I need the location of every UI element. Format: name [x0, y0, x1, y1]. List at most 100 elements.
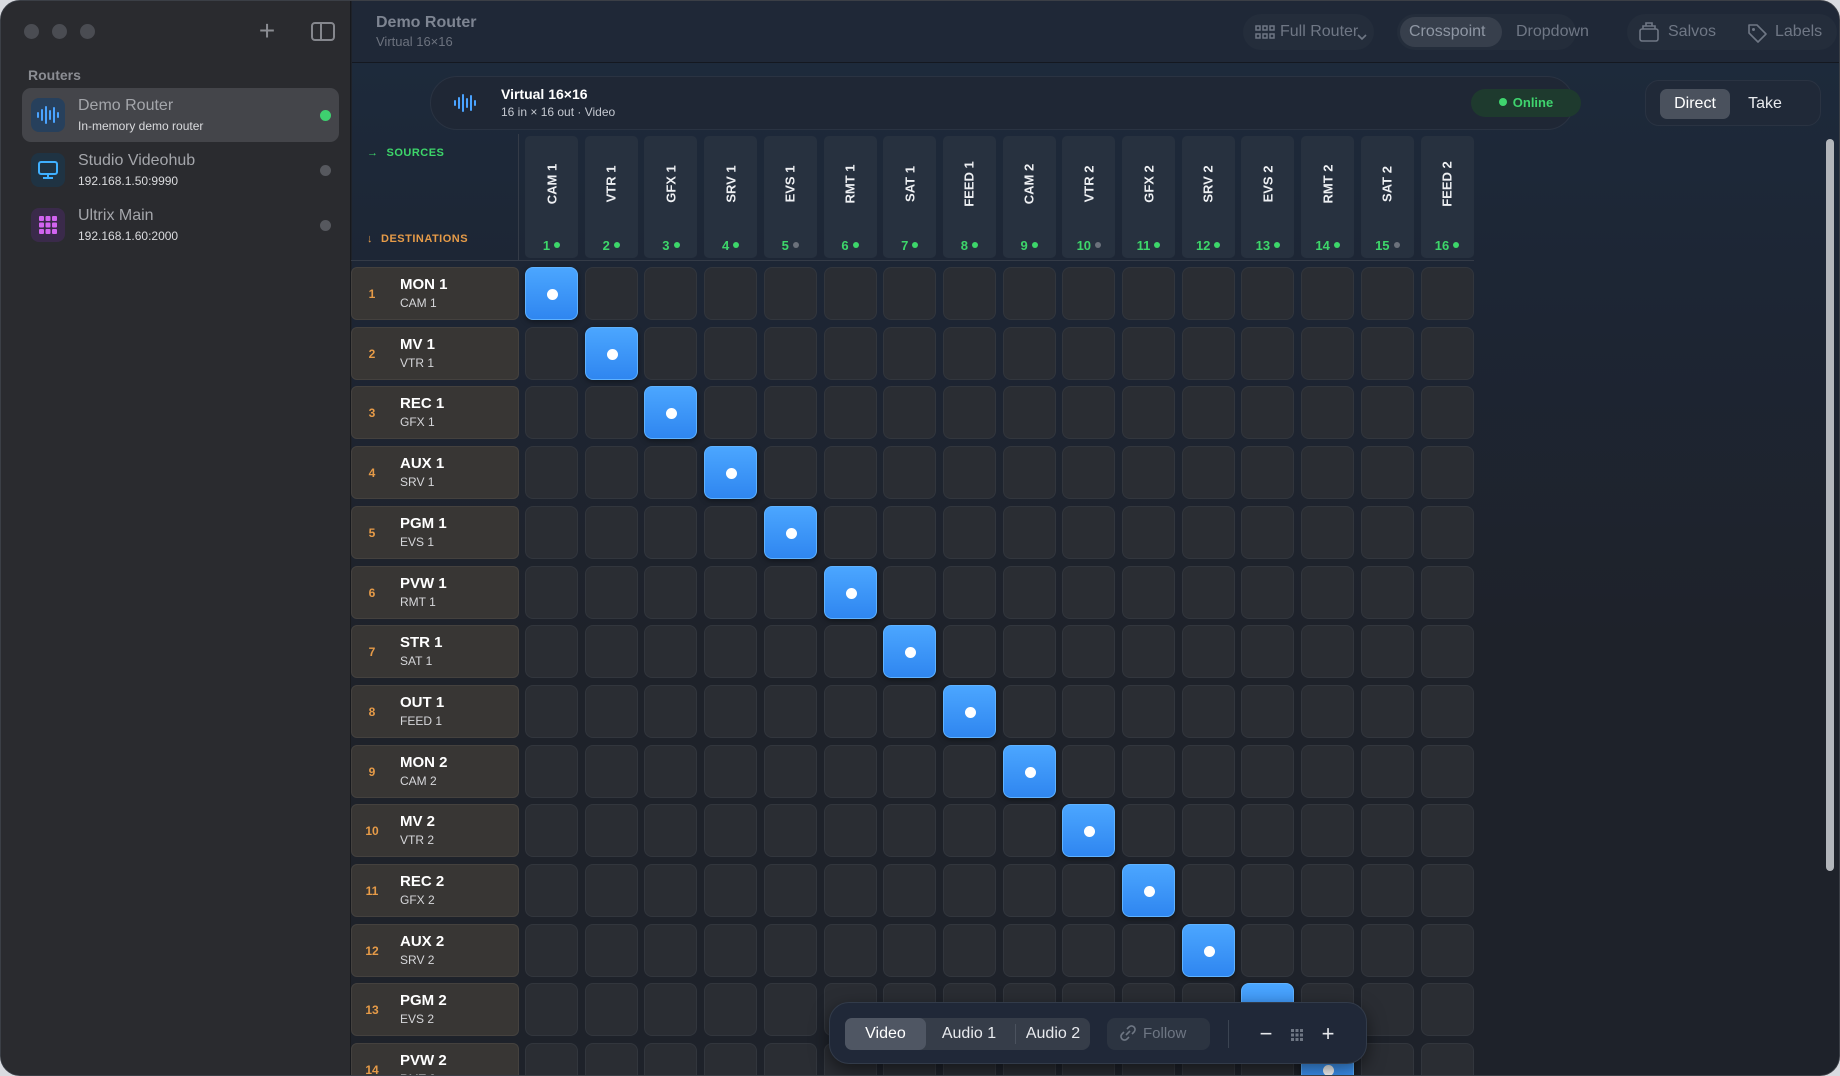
crosspoint[interactable] [1360, 1043, 1414, 1075]
crosspoint[interactable] [763, 983, 817, 1037]
crosspoint[interactable] [704, 983, 758, 1037]
crosspoint[interactable] [1181, 744, 1235, 798]
view-menu-button[interactable]: Full Router [1243, 14, 1374, 50]
crosspoint[interactable] [525, 625, 578, 679]
crosspoint[interactable] [525, 804, 578, 858]
source-column-2[interactable]: VTR 1 2 [584, 136, 638, 258]
crosspoint[interactable] [1122, 565, 1175, 619]
add-router-button[interactable]: + [254, 17, 280, 45]
destination-row-4[interactable]: 4 AUX 1 SRV 1 [351, 446, 519, 500]
crosspoint[interactable] [1420, 267, 1474, 320]
labels-button[interactable]: Labels [1775, 23, 1822, 41]
crosspoint[interactable] [1360, 326, 1414, 380]
crosspoint[interactable] [1420, 625, 1474, 679]
crosspoint[interactable] [704, 505, 758, 559]
crosspoint[interactable] [823, 446, 877, 500]
crosspoint[interactable] [1360, 804, 1414, 858]
crosspoint[interactable] [1002, 386, 1056, 440]
minimize-window-button[interactable] [52, 24, 67, 39]
crosspoint[interactable] [584, 505, 638, 559]
crosspoint[interactable] [823, 267, 877, 320]
crosspoint[interactable] [1062, 386, 1116, 440]
crosspoint[interactable] [1241, 864, 1295, 917]
crosspoint[interactable] [584, 804, 638, 858]
crosspoint[interactable] [1062, 684, 1116, 738]
crosspoint[interactable] [763, 565, 817, 619]
zoom-out-button[interactable]: − [1251, 1019, 1281, 1049]
crosspoint[interactable] [644, 625, 698, 679]
follow-button[interactable]: Follow [1107, 1018, 1210, 1050]
crosspoint[interactable] [704, 804, 758, 858]
source-column-12[interactable]: SRV 2 12 [1181, 136, 1235, 258]
destination-row-7[interactable]: 7 STR 1 SAT 1 [351, 625, 519, 679]
crosspoint[interactable] [1062, 744, 1116, 798]
crosspoint[interactable] [1062, 625, 1116, 679]
crosspoint[interactable] [525, 565, 578, 619]
source-column-7[interactable]: SAT 1 7 [883, 136, 937, 258]
vertical-scrollbar[interactable] [1826, 139, 1834, 871]
crosspoint[interactable] [763, 267, 817, 320]
crosspoint[interactable] [1122, 446, 1175, 500]
crosspoint[interactable] [1241, 386, 1295, 440]
crosspoint[interactable] [1360, 446, 1414, 500]
crosspoint[interactable] [763, 684, 817, 738]
crosspoint[interactable] [883, 923, 937, 977]
crosspoint[interactable] [763, 923, 817, 977]
crosspoint[interactable] [763, 864, 817, 917]
source-column-3[interactable]: GFX 1 3 [644, 136, 698, 258]
crosspoint[interactable] [942, 505, 996, 559]
crosspoint[interactable] [1181, 684, 1235, 738]
crosspoint[interactable] [1360, 625, 1414, 679]
destination-row-8[interactable]: 8 OUT 1 FEED 1 [351, 684, 519, 738]
crosspoint[interactable] [1420, 386, 1474, 440]
crosspoint[interactable] [1181, 864, 1235, 917]
crosspoint[interactable] [584, 446, 638, 500]
source-column-14[interactable]: RMT 2 14 [1301, 136, 1355, 258]
crosspoint[interactable] [644, 326, 698, 380]
level-audio1-button[interactable]: Audio 1 [926, 1018, 1012, 1050]
crosspoint[interactable] [942, 625, 996, 679]
crosspoint[interactable] [823, 505, 877, 559]
crosspoint[interactable] [823, 864, 877, 917]
salvos-button[interactable]: Salvos [1668, 23, 1716, 41]
crosspoint[interactable] [704, 864, 758, 917]
crosspoint[interactable] [1122, 505, 1175, 559]
crosspoint[interactable] [1062, 565, 1116, 619]
crosspoint[interactable] [763, 326, 817, 380]
crosspoint[interactable] [1301, 505, 1355, 559]
crosspoint[interactable] [704, 267, 758, 320]
crosspoint[interactable] [1241, 565, 1295, 619]
crosspoint[interactable] [883, 267, 937, 320]
zoom-window-button[interactable] [80, 24, 95, 39]
crosspoint[interactable] [823, 684, 877, 738]
crosspoint[interactable] [1360, 267, 1414, 320]
crosspoint[interactable] [644, 744, 698, 798]
crosspoint[interactable] [1301, 744, 1355, 798]
crosspoint[interactable] [584, 565, 638, 619]
crosspoint[interactable] [1062, 505, 1116, 559]
crosspoint[interactable] [1181, 386, 1235, 440]
crosspoint[interactable] [1002, 446, 1056, 500]
crosspoint[interactable] [584, 744, 638, 798]
crosspoint[interactable] [1420, 744, 1474, 798]
crosspoint[interactable] [584, 983, 638, 1037]
crosspoint[interactable] [1181, 267, 1235, 320]
crosspoint[interactable] [883, 804, 937, 858]
crosspoint[interactable] [883, 505, 937, 559]
crosspoint[interactable] [644, 804, 698, 858]
destination-row-9[interactable]: 9 MON 2 CAM 2 [351, 744, 519, 798]
crosspoint[interactable] [1002, 804, 1056, 858]
destination-row-1[interactable]: 1 MON 1 CAM 1 [351, 267, 519, 320]
source-column-13[interactable]: EVS 2 13 [1241, 136, 1295, 258]
crosspoint-active[interactable] [1181, 923, 1235, 977]
source-column-5[interactable]: EVS 1 5 [763, 136, 817, 258]
crosspoint[interactable] [1181, 565, 1235, 619]
crosspoint[interactable] [1301, 684, 1355, 738]
crosspoint[interactable] [1062, 864, 1116, 917]
crosspoint[interactable] [1301, 565, 1355, 619]
destination-row-14[interactable]: 14 PVW 2 RMT 2 [351, 1043, 519, 1075]
crosspoint[interactable] [704, 326, 758, 380]
crosspoint[interactable] [1301, 326, 1355, 380]
crosspoint[interactable] [704, 923, 758, 977]
crosspoint[interactable] [525, 505, 578, 559]
